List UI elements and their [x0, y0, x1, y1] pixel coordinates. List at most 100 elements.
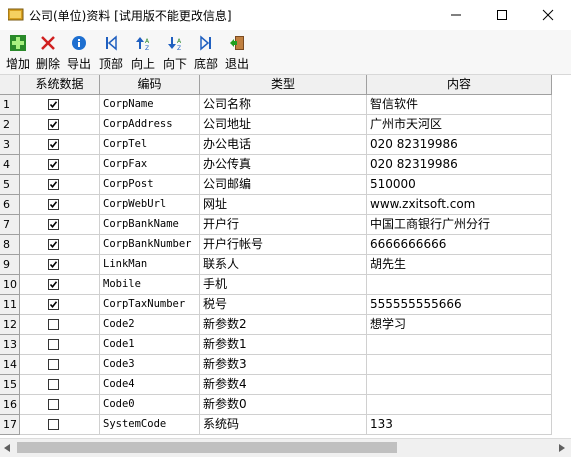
content-cell[interactable]: 555555555666 [367, 295, 552, 315]
table-row[interactable]: 7 CorpBankName 开户行 中国工商银行广州分行 [0, 215, 571, 235]
code-cell[interactable]: Code2 [100, 315, 200, 335]
type-cell[interactable]: 办公传真 [200, 155, 367, 175]
type-cell[interactable]: 新参数1 [200, 335, 367, 355]
content-cell[interactable] [367, 355, 552, 375]
code-cell[interactable]: Code1 [100, 335, 200, 355]
table-row[interactable]: 5 CorpPost 公司邮编 510000 [0, 175, 571, 195]
code-cell[interactable]: Code0 [100, 395, 200, 415]
type-cell[interactable]: 新参数0 [200, 395, 367, 415]
row-number: 6 [0, 195, 20, 215]
scroll-right-icon[interactable] [559, 444, 565, 452]
content-cell[interactable]: 中国工商银行广州分行 [367, 215, 552, 235]
code-cell[interactable]: CorpAddress [100, 115, 200, 135]
minimize-button[interactable] [433, 0, 479, 30]
type-cell[interactable]: 系统码 [200, 415, 367, 435]
horizontal-scrollbar[interactable] [0, 438, 571, 457]
content-cell[interactable]: 广州市天河区 [367, 115, 552, 135]
export-info-icon [72, 36, 86, 50]
system-data-checkbox[interactable] [48, 239, 59, 250]
code-cell[interactable]: CorpTaxNumber [100, 295, 200, 315]
table-row[interactable]: 9 LinkMan 联系人 胡先生 [0, 255, 571, 275]
table-row[interactable]: 4 CorpFax 办公传真 020 82319986 [0, 155, 571, 175]
col-header-code[interactable]: 编码 [100, 75, 200, 95]
content-cell[interactable]: 6666666666 [367, 235, 552, 255]
content-cell[interactable]: 510000 [367, 175, 552, 195]
type-cell[interactable]: 公司邮编 [200, 175, 367, 195]
table-row[interactable]: 8 CorpBankNumber 开户行帐号 6666666666 [0, 235, 571, 255]
code-cell[interactable]: CorpFax [100, 155, 200, 175]
scroll-left-icon[interactable] [4, 444, 10, 452]
content-cell[interactable] [367, 395, 552, 415]
code-cell[interactable]: SystemCode [100, 415, 200, 435]
code-cell[interactable]: CorpBankNumber [100, 235, 200, 255]
type-cell[interactable]: 新参数2 [200, 315, 367, 335]
code-cell[interactable]: CorpPost [100, 175, 200, 195]
content-cell[interactable]: 想学习 [367, 315, 552, 335]
table-row[interactable]: 15 Code4 新参数4 [0, 375, 571, 395]
system-data-checkbox[interactable] [48, 299, 59, 310]
type-cell[interactable]: 手机 [200, 275, 367, 295]
content-cell[interactable] [367, 275, 552, 295]
code-cell[interactable]: LinkMan [100, 255, 200, 275]
system-data-checkbox[interactable] [48, 179, 59, 190]
table-row[interactable]: 1 CorpName 公司名称 智信软件 [0, 95, 571, 115]
type-cell[interactable]: 新参数3 [200, 355, 367, 375]
system-data-checkbox[interactable] [48, 99, 59, 110]
content-cell[interactable]: www.zxitsoft.com [367, 195, 552, 215]
type-cell[interactable]: 联系人 [200, 255, 367, 275]
system-data-cell [20, 175, 100, 195]
type-cell[interactable]: 开户行帐号 [200, 235, 367, 255]
code-cell[interactable]: CorpWebUrl [100, 195, 200, 215]
type-cell[interactable]: 公司地址 [200, 115, 367, 135]
system-data-checkbox[interactable] [48, 219, 59, 230]
system-data-checkbox[interactable] [48, 359, 59, 370]
code-cell[interactable]: CorpTel [100, 135, 200, 155]
code-cell[interactable]: CorpBankName [100, 215, 200, 235]
type-cell[interactable]: 开户行 [200, 215, 367, 235]
system-data-checkbox[interactable] [48, 279, 59, 290]
content-cell[interactable]: 020 82319986 [367, 155, 552, 175]
content-cell[interactable]: 133 [367, 415, 552, 435]
system-data-checkbox[interactable] [48, 119, 59, 130]
table-row[interactable]: 17 SystemCode 系统码 133 [0, 415, 571, 435]
table-row[interactable]: 12 Code2 新参数2 想学习 [0, 315, 571, 335]
type-cell[interactable]: 办公电话 [200, 135, 367, 155]
table-row[interactable]: 10 Mobile 手机 [0, 275, 571, 295]
type-cell[interactable]: 公司名称 [200, 95, 367, 115]
code-cell[interactable]: Mobile [100, 275, 200, 295]
system-data-checkbox[interactable] [48, 379, 59, 390]
col-header-system[interactable]: 系统数据 [20, 75, 100, 95]
system-data-checkbox[interactable] [48, 419, 59, 430]
table-row[interactable]: 14 Code3 新参数3 [0, 355, 571, 375]
code-cell[interactable]: Code3 [100, 355, 200, 375]
table-row[interactable]: 16 Code0 新参数0 [0, 395, 571, 415]
table-row[interactable]: 6 CorpWebUrl 网址 www.zxitsoft.com [0, 195, 571, 215]
scrollbar-thumb[interactable] [17, 442, 397, 453]
content-cell[interactable]: 智信软件 [367, 95, 552, 115]
system-data-checkbox[interactable] [48, 399, 59, 410]
content-cell[interactable] [367, 375, 552, 395]
content-cell[interactable]: 020 82319986 [367, 135, 552, 155]
col-header-type[interactable]: 类型 [200, 75, 367, 95]
maximize-button[interactable] [479, 0, 525, 30]
system-data-checkbox[interactable] [48, 319, 59, 330]
col-header-content[interactable]: 内容 [367, 75, 552, 95]
close-button[interactable] [525, 0, 571, 30]
code-cell[interactable]: CorpName [100, 95, 200, 115]
system-data-checkbox[interactable] [48, 199, 59, 210]
system-data-checkbox[interactable] [48, 139, 59, 150]
type-cell[interactable]: 税号 [200, 295, 367, 315]
type-cell[interactable]: 新参数4 [200, 375, 367, 395]
system-data-checkbox[interactable] [48, 159, 59, 170]
system-data-checkbox[interactable] [48, 259, 59, 270]
table-row[interactable]: 3 CorpTel 办公电话 020 82319986 [0, 135, 571, 155]
content-cell[interactable]: 胡先生 [367, 255, 552, 275]
exit-button[interactable]: 退出 [221, 33, 253, 73]
code-cell[interactable]: Code4 [100, 375, 200, 395]
content-cell[interactable] [367, 335, 552, 355]
table-row[interactable]: 2 CorpAddress 公司地址 广州市天河区 [0, 115, 571, 135]
type-cell[interactable]: 网址 [200, 195, 367, 215]
table-row[interactable]: 13 Code1 新参数1 [0, 335, 571, 355]
system-data-checkbox[interactable] [48, 339, 59, 350]
table-row[interactable]: 11 CorpTaxNumber 税号 555555555666 [0, 295, 571, 315]
